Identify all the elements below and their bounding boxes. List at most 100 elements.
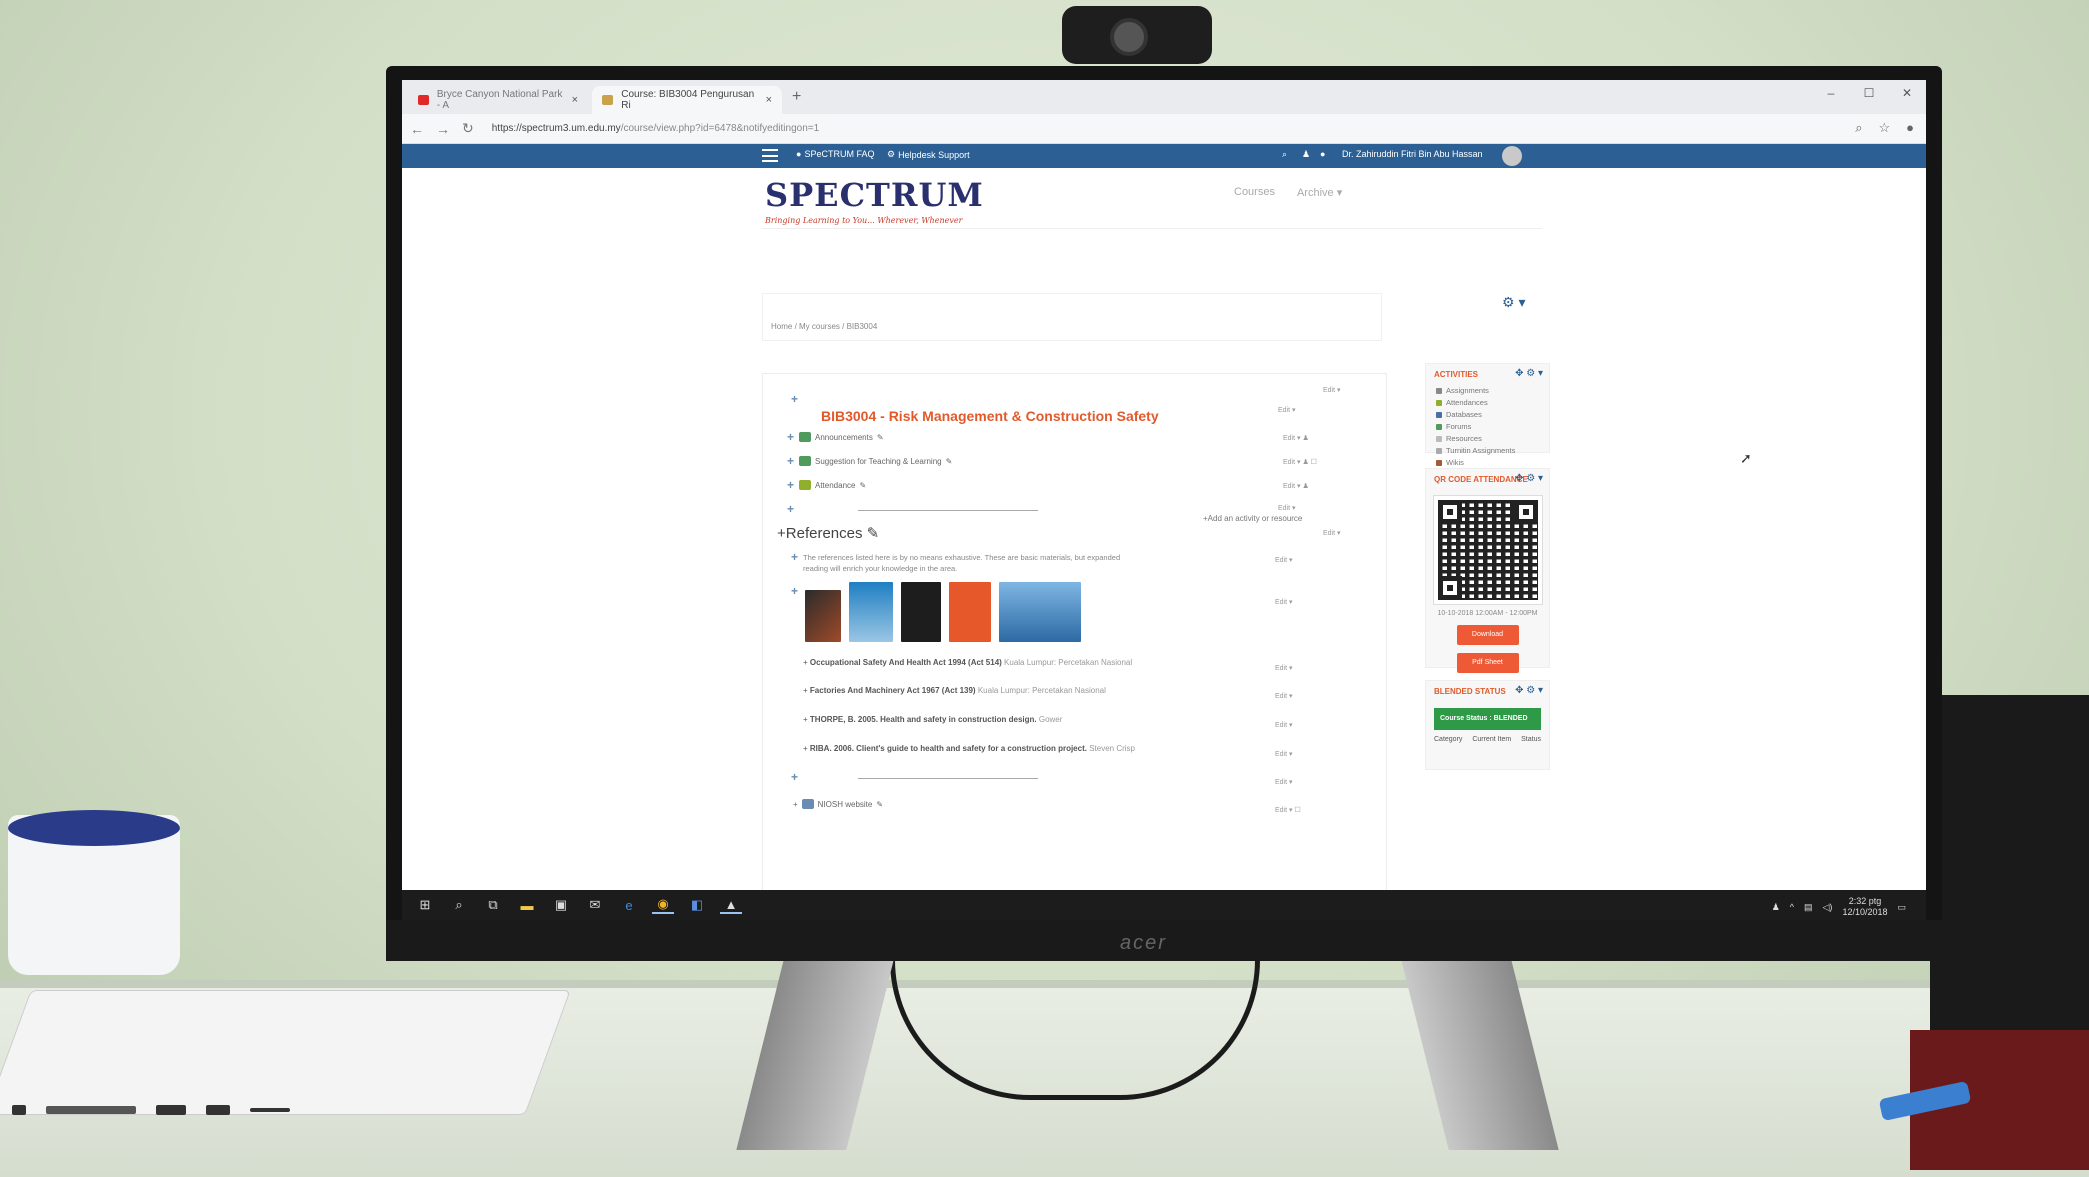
notification-icon[interactable]: ▭ (1897, 902, 1906, 913)
pencil-icon[interactable]: ✎ (867, 525, 880, 542)
attendance-icon (799, 480, 811, 490)
edit-menu[interactable]: Edit ▾ ♟ ☐ (1283, 458, 1317, 466)
reference-publisher: Kuala Lumpur: Percetakan Nasional (977, 686, 1106, 695)
edit-menu[interactable]: Edit ▾ ♟ (1283, 434, 1309, 442)
list-item[interactable]: Databases (1436, 409, 1541, 421)
user-name[interactable]: Dr. Zahiruddin Fitri Bin Abu Hassan (1342, 149, 1483, 159)
activity-announcements[interactable]: Announcements ✎ (799, 432, 884, 442)
mail-icon[interactable]: ✉ (584, 896, 606, 914)
close-icon[interactable]: × (766, 94, 772, 106)
new-tab-icon[interactable]: + (792, 88, 801, 106)
chevron-up-icon[interactable]: ^ (1790, 902, 1794, 912)
file-explorer-icon[interactable]: ▬ (516, 896, 538, 914)
add-activity-link[interactable]: +Add an activity or resource (1203, 514, 1302, 523)
list-item[interactable]: Assignments (1436, 385, 1541, 397)
pencil-icon[interactable]: ✎ (946, 457, 953, 466)
activity-attendance[interactable]: Attendance ✎ (799, 480, 866, 490)
edit-menu[interactable]: Edit ▾ ☐ (1275, 806, 1301, 814)
pencil-icon[interactable]: ✎ (877, 433, 884, 442)
outlook-icon[interactable]: ◧ (686, 896, 708, 914)
list-item[interactable]: Resources (1436, 433, 1541, 445)
edit-menu[interactable]: Edit ▾ (1275, 750, 1293, 758)
search-icon[interactable]: ⌕ (1855, 120, 1862, 136)
network-icon[interactable]: ▤ (1804, 902, 1813, 913)
list-item[interactable]: Attendances (1436, 397, 1541, 409)
add-icon[interactable]: + (787, 430, 794, 444)
windows-start-icon[interactable]: ⊞ (414, 896, 436, 914)
logo[interactable]: SPECTRUM Bringing Learning to You... Whe… (765, 176, 984, 225)
add-icon[interactable]: + (787, 478, 794, 492)
add-icon[interactable]: + (791, 584, 798, 598)
task-view-icon[interactable]: ⧉ (482, 896, 504, 914)
edit-label: Edit (1275, 665, 1288, 672)
close-window-icon[interactable]: ✕ (1888, 86, 1926, 100)
photos-icon[interactable]: ▲ (720, 896, 742, 914)
breadcrumb[interactable]: Home / My courses / BIB3004 (771, 322, 877, 331)
url-field[interactable]: https://spectrum3.um.edu.my/course/view.… (492, 123, 819, 134)
edit-menu[interactable]: Edit ▾ (1323, 386, 1341, 394)
tab-course[interactable]: Course: BIB3004 Pengurusan Ri × (592, 86, 782, 114)
bell-icon[interactable]: ♟ (1302, 149, 1310, 160)
pencil-icon[interactable]: ✎ (859, 481, 866, 490)
add-icon[interactable]: + (791, 392, 798, 406)
add-icon[interactable]: + (787, 502, 794, 516)
reference-item[interactable]: + RIBA. 2006. Client's guide to health a… (803, 744, 1135, 753)
back-icon[interactable]: ← (410, 121, 424, 137)
helpdesk-link[interactable]: ⚙ Helpdesk Support (887, 149, 970, 160)
pencil-icon[interactable]: ✎ (876, 800, 883, 809)
edge-icon[interactable]: e (618, 896, 640, 914)
add-icon[interactable]: + (793, 800, 798, 809)
tab-bryce-canyon[interactable]: Bryce Canyon National Park - A × (408, 86, 588, 114)
edit-menu[interactable]: Edit ▾ (1275, 692, 1293, 700)
edit-menu[interactable]: Edit ▾ ♟ (1283, 482, 1309, 490)
reference-item[interactable]: + Occupational Safety And Health Act 199… (803, 658, 1132, 667)
avatar[interactable] (1502, 146, 1522, 166)
forward-icon[interactable]: → (436, 121, 450, 137)
menu-icon[interactable] (762, 149, 778, 162)
port (12, 1105, 26, 1115)
store-icon[interactable]: ▣ (550, 896, 572, 914)
block-controls[interactable]: ✥ ⚙ ▾ (1515, 473, 1543, 484)
add-icon[interactable]: + (791, 550, 798, 564)
download-button[interactable]: Download (1456, 625, 1519, 645)
edit-menu[interactable]: Edit ▾ (1275, 598, 1293, 606)
list-item[interactable]: Turnitin Assignments (1436, 445, 1541, 457)
add-icon[interactable]: + (791, 770, 798, 784)
settings-gear-icon[interactable]: ⚙ ▾ (1502, 294, 1525, 311)
edit-menu[interactable]: Edit ▾ (1275, 778, 1293, 786)
edit-menu[interactable]: Edit ▾ (1278, 406, 1296, 414)
star-icon[interactable]: ☆ (1878, 120, 1890, 136)
people-icon[interactable]: ♟ (1772, 902, 1780, 913)
edit-menu[interactable]: Edit ▾ (1323, 529, 1341, 537)
block-controls[interactable]: ✥ ⚙ ▾ (1515, 368, 1543, 379)
chat-icon[interactable]: ● (1320, 149, 1325, 159)
volume-icon[interactable]: ◁) (1823, 902, 1833, 913)
edit-menu[interactable]: Edit ▾ (1275, 664, 1293, 672)
edit-label: Edit (1323, 530, 1336, 537)
pdf-sheet-button[interactable]: Pdf Sheet (1456, 653, 1519, 673)
edit-menu[interactable]: Edit ▾ (1278, 504, 1296, 512)
reload-icon[interactable]: ↻ (462, 120, 474, 137)
clock[interactable]: 2:32 ptg 12/10/2018 (1842, 896, 1887, 918)
references-title: References (785, 525, 863, 542)
forum-icon (799, 456, 811, 466)
profile-icon[interactable]: ● (1906, 120, 1914, 136)
block-controls[interactable]: ✥ ⚙ ▾ (1515, 685, 1543, 696)
faq-link[interactable]: ● SPeCTRUM FAQ (796, 149, 874, 159)
reference-item[interactable]: + THORPE, B. 2005. Health and safety in … (803, 715, 1062, 724)
add-icon[interactable]: + (787, 454, 794, 468)
search-icon[interactable]: ⌕ (1282, 149, 1287, 160)
activity-niosh[interactable]: + NIOSH website ✎ (793, 799, 883, 809)
activity-suggestion[interactable]: Suggestion for Teaching & Learning ✎ (799, 456, 952, 466)
courses-link[interactable]: Courses (1234, 186, 1275, 199)
archive-link[interactable]: Archive ▾ (1297, 186, 1342, 199)
minimize-icon[interactable]: – (1812, 86, 1850, 100)
edit-menu[interactable]: Edit ▾ (1275, 556, 1293, 564)
chrome-icon[interactable]: ◉ (652, 896, 674, 914)
close-icon[interactable]: × (572, 94, 578, 106)
list-item[interactable]: Forums (1436, 421, 1541, 433)
edit-menu[interactable]: Edit ▾ (1275, 721, 1293, 729)
maximize-icon[interactable]: ☐ (1850, 86, 1888, 100)
reference-item[interactable]: + Factories And Machinery Act 1967 (Act … (803, 686, 1106, 695)
search-icon[interactable]: ⌕ (448, 896, 470, 914)
